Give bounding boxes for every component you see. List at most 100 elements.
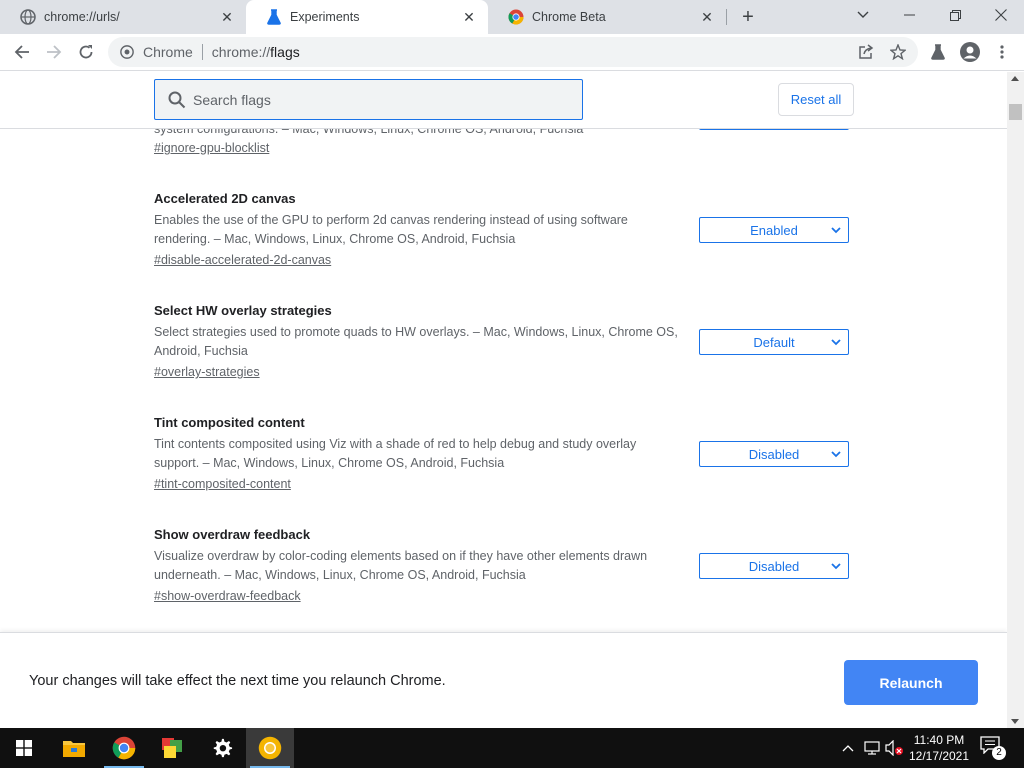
chrome-icon (112, 736, 136, 760)
select-value: Disabled (748, 446, 800, 462)
flag-description: Select strategies used to promote quads … (154, 325, 678, 358)
close-window-button[interactable] (978, 0, 1024, 30)
flag-title: Tint composited content (154, 415, 305, 430)
taskbar-chrome-beta[interactable] (246, 728, 294, 768)
flags-header: Reset all (0, 72, 1007, 129)
chevron-up-icon (842, 745, 854, 752)
flag-select-overlay-strategies[interactable]: Default (699, 329, 849, 355)
clock-time: 11:40 PM (913, 733, 965, 747)
tab-experiments[interactable]: Experiments ✕ (246, 0, 488, 34)
start-button[interactable] (0, 728, 48, 768)
minimize-icon (903, 14, 915, 16)
labs-button[interactable] (924, 38, 952, 66)
flag-select-hw-overlay-strategies: Select HW overlay strategies Select stra… (154, 301, 854, 382)
flask-icon (266, 9, 282, 25)
flag-accelerated-2d-canvas: Accelerated 2D canvas Enables the use of… (154, 189, 854, 270)
show-hidden-icons-button[interactable] (838, 738, 858, 758)
taskbar-clock[interactable]: 11:40 PM 12/17/2021 (906, 732, 972, 764)
browser-toolbar: Chrome chrome://flags (0, 34, 1024, 71)
volume-control[interactable] (884, 738, 904, 758)
flag-select-show-overdraw-feedback[interactable]: Disabled (699, 553, 849, 579)
chrome-icon[interactable] (119, 44, 135, 60)
scroll-up-arrow-icon[interactable] (1011, 76, 1019, 81)
flag-description: Visualize overdraw by color-coding eleme… (154, 549, 648, 582)
tab-separator (726, 9, 727, 25)
close-icon[interactable]: ✕ (460, 8, 478, 26)
flag-link-ignore-gpu-blocklist[interactable]: #ignore-gpu-blocklist (154, 139, 269, 158)
minimize-button[interactable] (886, 0, 932, 30)
reset-all-button[interactable]: Reset all (778, 83, 854, 116)
kebab-menu-icon (1000, 45, 1004, 59)
forward-button[interactable] (40, 38, 68, 66)
tab-chrome-beta[interactable]: Chrome Beta ✕ (488, 0, 726, 34)
network-status[interactable] (862, 738, 882, 758)
chevron-down-icon (831, 563, 841, 570)
flag-select-tint-composited-content[interactable]: Disabled (699, 441, 849, 467)
taskbar-file-explorer[interactable] (50, 728, 98, 768)
network-icon (864, 741, 880, 755)
relaunch-message: Your changes will take effect the next t… (29, 673, 446, 689)
flag-link[interactable]: #show-overdraw-feedback (154, 587, 301, 606)
relaunch-bar: Your changes will take effect the next t… (0, 632, 1007, 728)
chevron-down-icon (831, 339, 841, 346)
search-icon (167, 90, 187, 110)
close-icon[interactable]: ✕ (218, 8, 236, 26)
taskbar-chrome[interactable] (100, 728, 148, 768)
taskbar-settings[interactable] (198, 728, 246, 768)
select-value: Enabled (750, 222, 798, 238)
close-icon[interactable]: ✕ (698, 8, 716, 26)
windows-logo-icon (16, 740, 32, 756)
forward-arrow-icon (47, 45, 62, 59)
page-scrollbar[interactable] (1007, 72, 1024, 728)
scroll-thumb[interactable] (1009, 104, 1022, 120)
search-input[interactable] (193, 91, 573, 108)
back-button[interactable] (8, 38, 36, 66)
reload-icon (79, 45, 93, 59)
star-icon (890, 44, 906, 60)
flag-title: Accelerated 2D canvas (154, 191, 296, 206)
flag-tint-composited-content: Tint composited content Tint contents co… (154, 413, 854, 494)
tab-search-button[interactable] (840, 0, 886, 30)
windows-taskbar: 11:40 PM 12/17/2021 2 (0, 728, 1024, 768)
tab-chrome-urls[interactable]: chrome://urls/ ✕ (0, 0, 246, 34)
taskbar-app[interactable] (148, 728, 196, 768)
share-button[interactable] (852, 38, 880, 66)
flag-link[interactable]: #overlay-strategies (154, 363, 260, 382)
relaunch-button[interactable]: Relaunch (844, 660, 978, 705)
app-tiles-icon (162, 738, 182, 758)
address-bar[interactable]: Chrome chrome://flags (108, 37, 918, 67)
site-label: Chrome (143, 44, 193, 60)
clock-date: 12/17/2021 (908, 749, 970, 763)
tab-label: chrome://urls/ (44, 10, 120, 24)
flag-link[interactable]: #disable-accelerated-2d-canvas (154, 251, 331, 270)
folder-icon (63, 741, 85, 757)
select-value: Default (753, 334, 795, 350)
scroll-down-arrow-icon[interactable] (1011, 719, 1019, 724)
gear-icon (213, 738, 233, 758)
flag-show-overdraw-feedback: Show overdraw feedback Visualize overdra… (154, 525, 854, 606)
flag-description: Enables the use of the GPU to perform 2d… (154, 213, 628, 246)
bookmark-button[interactable] (884, 38, 912, 66)
flag-title: Show overdraw feedback (154, 527, 311, 542)
chrome-beta-icon (258, 736, 282, 760)
flask-icon (931, 44, 945, 60)
chevron-down-icon (831, 227, 841, 234)
flag-title: Select HW overlay strategies (154, 303, 332, 318)
chevron-down-icon (831, 451, 841, 458)
restore-button[interactable] (932, 0, 978, 30)
search-box[interactable] (154, 79, 583, 120)
new-tab-button[interactable]: + (736, 5, 760, 29)
menu-button[interactable] (988, 38, 1016, 66)
flag-link[interactable]: #tint-composited-content (154, 475, 291, 494)
flag-select-accelerated-2d-canvas[interactable]: Enabled (699, 217, 849, 243)
tab-label: Chrome Beta (532, 10, 606, 24)
flags-page: Reset all system configurations. – Mac, … (0, 72, 1007, 728)
tab-label: Experiments (290, 10, 360, 24)
profile-button[interactable] (956, 38, 984, 66)
reload-button[interactable] (72, 38, 100, 66)
chevron-down-icon (857, 11, 869, 18)
chrome-icon (508, 9, 524, 25)
tab-strip: chrome://urls/ ✕ Experiments ✕ Chrome Be… (0, 0, 1024, 34)
close-icon (995, 9, 1007, 21)
notification-count-badge: 2 (992, 746, 1006, 760)
